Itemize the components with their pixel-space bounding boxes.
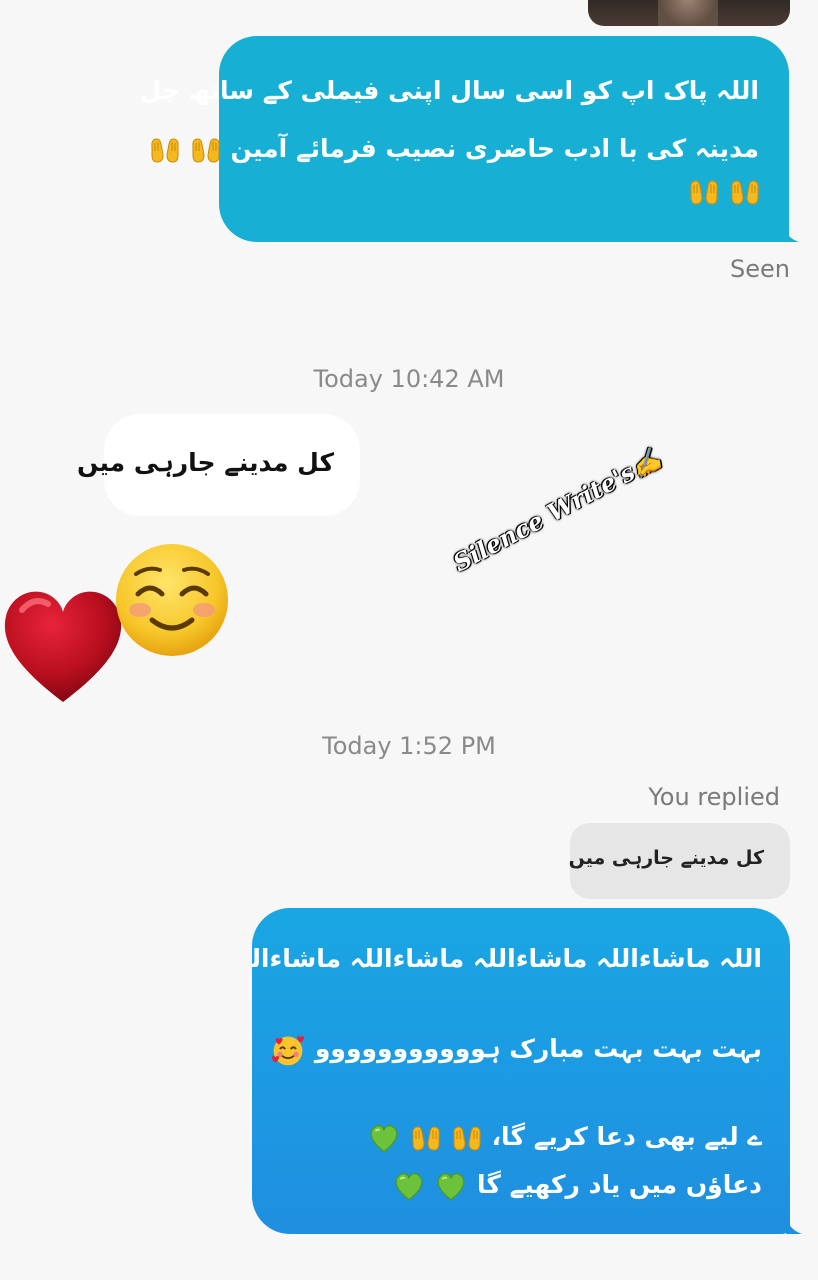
sender-avatar[interactable] [588,0,790,26]
green-heart-icon [392,1170,426,1202]
timestamp: Today 10:42 AM [313,365,505,393]
replied-message-quote[interactable]: کل مدینے جارہی میں [568,823,790,899]
open-hands-icon [149,135,181,165]
open-hands-icon [451,1123,483,1153]
bubble-tail [783,226,799,242]
message-text: کل مدینے جارہی میں [76,448,334,477]
green-heart-icon [367,1122,401,1154]
outgoing-message-bubble[interactable]: اللہ پاک اپ کو اسی سال اپنی فیملی کے سات… [140,36,799,242]
incoming-message-bubble[interactable]: کل مدینے جارہی میں [77,414,360,516]
message-line: بہت بہت بہت مبارک ہووووووووووو [270,1032,762,1068]
message-line: اللہ پاک اپ کو اسی سال اپنی فیملی کے سات… [139,76,759,105]
message-line: دعاؤں میں یاد رکھیے گا [392,1170,762,1202]
red-heart-icon[interactable] [0,582,126,706]
green-heart-icon [434,1170,468,1202]
outgoing-message-bubble[interactable]: اللہ ماشاءاللہ ماشاءاللہ ماشاءاللہ ماشاء… [252,908,790,1234]
message-line: ے لیے بھی دعا کریے گا، [367,1122,762,1154]
bubble-tail [786,1218,802,1234]
timestamp: Today 1:52 PM [322,732,496,760]
message-line: مدینہ کی با ادب حاضری نصیب فرمائے آمین [149,134,759,165]
open-hands-icon [410,1123,442,1153]
open-hands-icon [729,177,761,207]
open-hands-icon [190,135,222,165]
smiling-face-icon[interactable] [112,540,232,660]
quoted-text: کل مدینے جارہی میں [568,847,764,869]
message-line-emoji [688,176,761,207]
smiling-face-with-hearts-icon [270,1032,306,1068]
open-hands-icon [688,177,720,207]
reply-label: You replied [648,783,780,811]
seen-status: Seen [730,255,790,283]
message-line: اللہ ماشاءاللہ ماشاءاللہ ماشاءاللہ ماشاء… [252,942,762,978]
watermark-text: Silence Write's✍ [448,443,667,578]
